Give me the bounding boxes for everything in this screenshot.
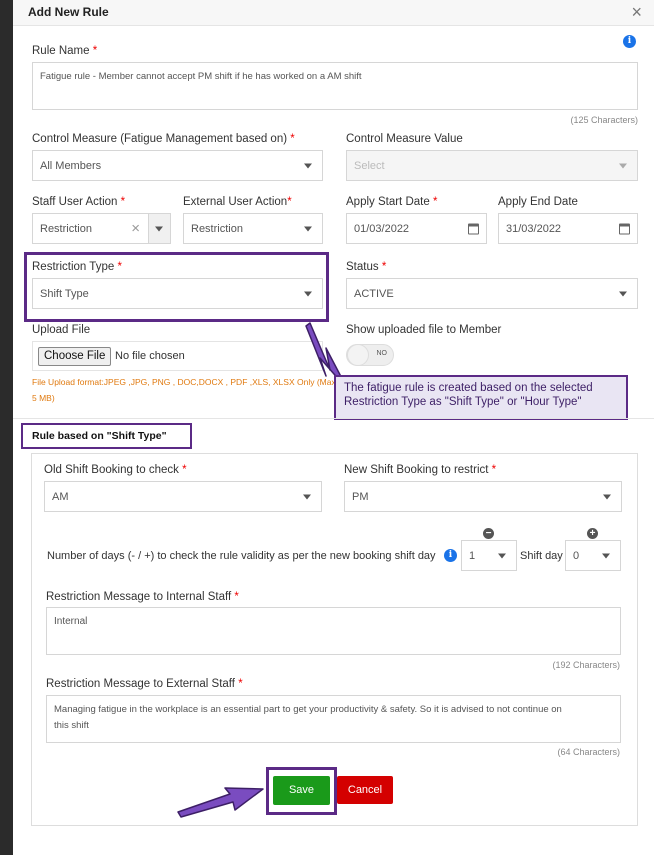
- rule-name-counter: (125 Characters): [570, 115, 638, 125]
- staff-user-action-select[interactable]: Restriction ×: [32, 213, 171, 244]
- calendar-icon[interactable]: [468, 223, 479, 234]
- chevron-down-icon: [619, 291, 627, 296]
- restriction-type-value: Shift Type: [40, 287, 89, 300]
- control-measure-value-placeholder: Select: [354, 159, 385, 172]
- new-shift-select[interactable]: PM: [344, 481, 622, 512]
- restriction-type-select[interactable]: Shift Type: [32, 278, 323, 309]
- save-button[interactable]: Save: [273, 776, 330, 805]
- staff-user-action-value: Restriction: [40, 222, 92, 235]
- external-msg-label: Restriction Message to External Staff *: [46, 678, 243, 690]
- no-file-text: No file chosen: [115, 350, 185, 362]
- old-shift-select[interactable]: AM: [44, 481, 322, 512]
- chevron-down-icon: [304, 226, 312, 231]
- days-label: Number of days (- / +) to check the rule…: [47, 550, 436, 562]
- rule-name-value: Fatigue rule - Member cannot accept PM s…: [40, 71, 362, 82]
- external-user-action-select[interactable]: Restriction: [183, 213, 323, 244]
- status-value: ACTIVE: [354, 287, 394, 300]
- apply-end-date-value: 31/03/2022: [506, 222, 562, 235]
- chevron-down-icon: [304, 163, 312, 168]
- cancel-button[interactable]: Cancel: [337, 776, 393, 804]
- days-select[interactable]: 1: [461, 540, 517, 571]
- shift-day-value: 0: [573, 549, 580, 562]
- section-title-box: Rule based on "Shift Type": [21, 423, 192, 449]
- chevron-down-icon: [498, 553, 506, 558]
- clear-icon[interactable]: ×: [131, 220, 140, 237]
- modal-header: Add New Rule ×: [13, 0, 654, 26]
- chevron-down-icon: [602, 553, 610, 558]
- shift-day-select[interactable]: 0: [565, 540, 621, 571]
- internal-msg-value: Internal: [54, 616, 88, 627]
- control-measure-value: All Members: [40, 159, 102, 172]
- modal-title: Add New Rule: [28, 5, 109, 19]
- rule-name-label: Rule Name *: [32, 45, 98, 57]
- status-select[interactable]: ACTIVE: [346, 278, 638, 309]
- restriction-type-label: Restriction Type *: [32, 261, 122, 273]
- external-msg-value: Managing fatigue in the workplace is an …: [54, 704, 562, 731]
- chevron-down-icon: [304, 291, 312, 296]
- close-icon[interactable]: ×: [631, 2, 642, 23]
- internal-msg-counter: (192 Characters): [552, 660, 620, 670]
- section-title: Rule based on "Shift Type": [32, 430, 167, 442]
- chevron-down-icon: [619, 163, 627, 168]
- toggle-label: NO: [376, 350, 388, 357]
- calendar-icon[interactable]: [619, 223, 630, 234]
- old-shift-value: AM: [52, 490, 69, 503]
- section-divider: [13, 418, 654, 419]
- info-icon[interactable]: i: [623, 35, 636, 48]
- chevron-down-icon: [155, 226, 163, 231]
- chevron-down-icon: [603, 494, 611, 499]
- external-msg-counter: (64 Characters): [557, 747, 620, 757]
- apply-start-date-input[interactable]: 01/03/2022: [346, 213, 487, 244]
- control-measure-value-label: Control Measure Value: [346, 133, 463, 145]
- upload-hint: File Upload format:JPEG ,JPG, PNG , DOC,…: [32, 377, 336, 403]
- info-icon[interactable]: i: [444, 549, 457, 562]
- annotation-arrow-right: [177, 787, 264, 818]
- internal-msg-label: Restriction Message to Internal Staff *: [46, 591, 239, 603]
- new-shift-label: New Shift Booking to restrict *: [344, 464, 497, 476]
- apply-start-date-value: 01/03/2022: [354, 222, 410, 235]
- external-user-action-value: Restriction: [191, 222, 243, 235]
- annotation-callout: The fatigue rule is created based on the…: [334, 375, 628, 420]
- internal-msg-textarea[interactable]: Internal: [46, 607, 621, 655]
- upload-file-field: Choose File No file chosen: [32, 341, 323, 371]
- show-uploaded-label: Show uploaded file to Member: [346, 324, 502, 336]
- shift-day-label: Shift day: [520, 550, 563, 562]
- rule-name-input[interactable]: Fatigue rule - Member cannot accept PM s…: [32, 62, 638, 110]
- external-user-action-label: External User Action*: [183, 196, 292, 208]
- control-measure-select[interactable]: All Members: [32, 150, 323, 181]
- old-shift-label: Old Shift Booking to check *: [44, 464, 187, 476]
- chevron-down-icon: [303, 494, 311, 499]
- choose-file-button[interactable]: Choose File: [38, 347, 112, 366]
- new-shift-value: PM: [352, 490, 369, 503]
- days-value: 1: [469, 549, 476, 562]
- staff-user-action-label: Staff User Action *: [32, 196, 126, 208]
- external-msg-textarea[interactable]: Managing fatigue in the workplace is an …: [46, 695, 621, 743]
- apply-start-date-label: Apply Start Date *: [346, 196, 438, 208]
- minus-icon[interactable]: −: [483, 528, 494, 539]
- apply-end-date-label: Apply End Date: [498, 196, 578, 208]
- status-label: Status *: [346, 261, 387, 273]
- control-measure-value-select[interactable]: Select: [346, 150, 638, 181]
- upload-file-label: Upload File: [32, 324, 91, 336]
- apply-end-date-input[interactable]: 31/03/2022: [498, 213, 638, 244]
- plus-icon[interactable]: +: [587, 528, 598, 539]
- control-measure-label: Control Measure (Fatigue Management base…: [32, 133, 295, 145]
